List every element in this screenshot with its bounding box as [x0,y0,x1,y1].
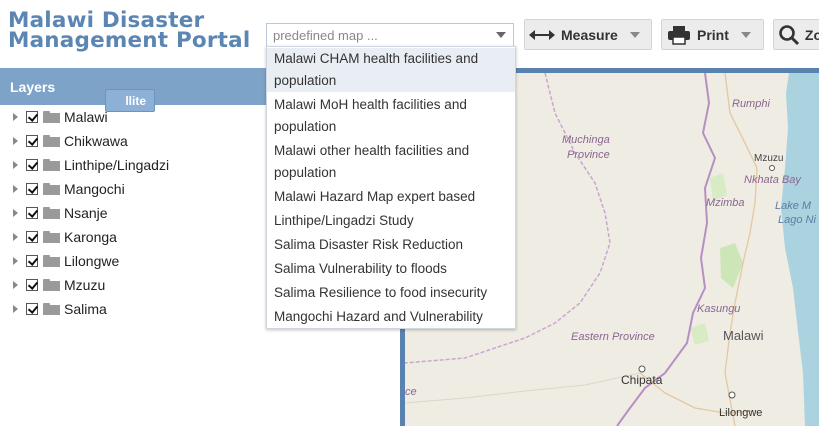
option-text: population [274,119,337,134]
layer-checkbox[interactable] [26,303,38,315]
folder-icon [43,303,60,315]
expand-arrow-icon[interactable] [13,161,18,169]
option-text: Salima Disaster Risk Reduction [274,237,464,252]
folder-icon [43,183,60,195]
satellite-button-label: llite [125,93,146,108]
map-label-chipata: Chipata [621,373,663,387]
expand-arrow-icon[interactable] [13,209,18,217]
portal-title-line2: Management Portal [8,28,251,53]
city-marker-mzuzu [769,165,775,171]
map-option-salima-drr[interactable]: Salima Disaster Risk Reduction [267,234,515,256]
map-option-cham-health[interactable]: Malawi CHAM health facilities and popula… [267,48,515,92]
map-option-salima-floods[interactable]: Salima Vulnerability to floods [267,258,515,280]
option-text: population [274,165,337,180]
option-text: population [274,73,337,88]
chevron-down-icon [629,31,640,38]
predefined-map-select[interactable] [266,23,514,47]
map-option-salima-food[interactable]: Salima Resilience to food insecurity [267,282,515,304]
layer-label: Nsanje [64,205,108,221]
expand-arrow-icon[interactable] [13,233,18,241]
print-button[interactable]: Print [661,19,764,50]
road [405,372,641,404]
folder-icon [43,255,60,267]
layer-checkbox[interactable] [26,255,38,267]
map-option-other-health[interactable]: Malawi other health facilities and popul… [267,140,515,184]
layer-checkbox[interactable] [26,111,38,123]
map-option-moh-health[interactable]: Malawi MoH health facilities and populat… [267,94,515,138]
layer-checkbox[interactable] [26,207,38,219]
printer-icon [668,25,690,45]
option-text: Linthipe/Lingadzi Study [274,213,414,228]
zoom-button[interactable]: Zo [773,19,819,50]
chevron-down-icon [740,31,751,38]
satellite-layer-button[interactable]: llite [105,89,155,112]
map-label-malawi: Malawi [723,328,764,343]
expand-arrow-icon[interactable] [13,137,18,145]
option-text: Malawi Hazard Map expert based [274,189,476,204]
measure-icon [529,29,555,40]
layer-checkbox[interactable] [26,183,38,195]
option-text: Malawi MoH health facilities and [274,97,467,112]
layer-label: Lilongwe [64,253,120,269]
layer-label: Chikwawa [64,133,128,149]
map-label-mzimba: Mzimba [706,197,745,209]
map-label-lilongwe: Lilongwe [719,407,763,419]
layer-checkbox[interactable] [26,231,38,243]
predefined-map-dropdown-trigger[interactable] [489,24,513,46]
folder-icon [43,207,60,219]
print-label: Print [697,26,729,43]
layer-label: Mzuzu [64,277,106,293]
map-label-kasungu: Kasungu [697,303,741,315]
expand-arrow-icon[interactable] [13,257,18,265]
map-option-hazard-expert[interactable]: Malawi Hazard Map expert based [267,186,515,208]
chevron-down-icon [496,32,506,38]
layer-checkbox[interactable] [26,279,38,291]
map-label-rumphi: Rumphi [732,98,770,110]
folder-icon [43,111,60,123]
map-label-eastern-province: Eastern Province [571,331,655,343]
option-text: Malawi other health facilities and [274,143,470,158]
layer-label: Linthipe/Lingadzi [64,157,170,173]
folder-icon [43,231,60,243]
layer-label: Salima [64,301,107,317]
layer-label: Malawi [64,109,108,125]
expand-arrow-icon[interactable] [13,113,18,121]
map-label-muchinga: Muchinga [562,134,610,146]
option-text: Salima Resilience to food insecurity [274,285,488,300]
folder-icon [43,279,60,291]
expand-arrow-icon[interactable] [13,281,18,289]
layer-checkbox[interactable] [26,135,38,147]
folder-icon [43,135,60,147]
map-label-muchinga-province: Province [567,149,610,161]
map-label-province-fragment: ce [405,386,417,398]
map-option-mangochi-hazard[interactable]: Mangochi Hazard and Vulnerability [267,306,515,328]
map-label-nkhata-bay: Nkhata Bay [744,174,801,186]
option-text: Salima Vulnerability to floods [274,261,447,276]
map-label-mzuzu: Mzuzu [754,153,784,164]
zoom-label: Zo [804,26,819,43]
folder-icon [43,159,60,171]
layer-label: Mangochi [64,181,125,197]
expand-arrow-icon[interactable] [13,185,18,193]
map-option-linthipe-study[interactable]: Linthipe/Lingadzi Study [267,210,515,232]
option-text: Mangochi Hazard and Vulnerability [274,309,483,324]
city-marker-chipata [638,365,646,373]
expand-arrow-icon[interactable] [13,305,18,313]
option-text: Malawi CHAM health facilities and [274,51,479,66]
predefined-map-options-list: Malawi CHAM health facilities and popula… [266,46,516,329]
layer-checkbox[interactable] [26,159,38,171]
layer-label: Karonga [64,229,117,245]
layers-panel-title: Layers [10,79,56,95]
map-label-lake-malawi: Lake M [775,200,812,212]
city-marker-lilongwe [728,391,736,399]
measure-label: Measure [561,26,618,43]
predefined-map-input[interactable] [267,24,493,46]
search-icon [779,24,800,45]
park-area [690,323,709,345]
measure-button[interactable]: Measure [524,19,652,50]
lake-malawi [781,73,819,426]
map-label-lago-niassa: Lago Ni [778,214,816,226]
portal-title: Malawi Disaster Management Portal [8,10,251,53]
